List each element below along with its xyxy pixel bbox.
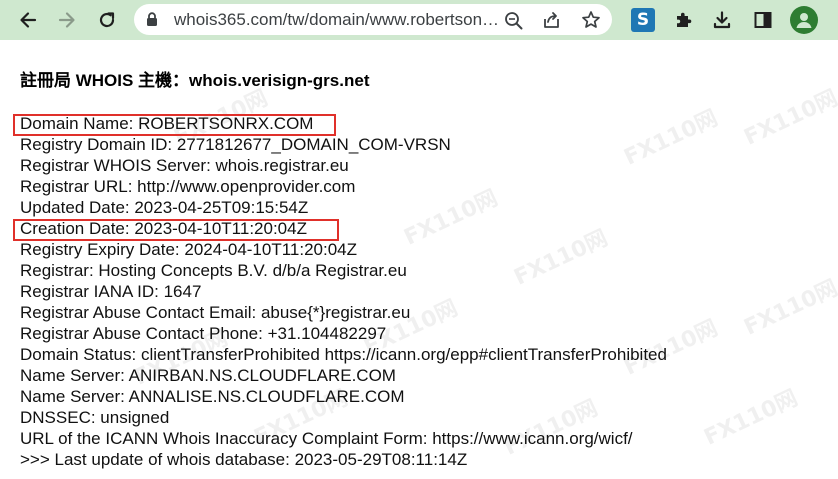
extensions-puzzle-icon[interactable] xyxy=(670,6,698,34)
forward-arrow-icon xyxy=(58,12,75,28)
icann-complaint-url-line: URL of the ICANN Whois Inaccuracy Compla… xyxy=(20,429,633,448)
registry-expiry-date-line: Registry Expiry Date: 2024-04-10T11:20:0… xyxy=(20,240,358,259)
url-text[interactable]: whois365.com/tw/domain/www.robertsonrx.c… xyxy=(174,9,504,30)
extension-s-icon[interactable]: S xyxy=(631,8,655,32)
browser-toolbar: whois365.com/tw/domain/www.robertsonrx.c… xyxy=(0,0,838,40)
domain-status-line: Domain Status: clientTransferProhibited … xyxy=(20,345,667,364)
updated-date-line: Updated Date: 2023-04-25T09:15:54Z xyxy=(20,198,309,217)
name-server-line: Name Server: ANIRBAN.NS.CLOUDFLARE.COM xyxy=(20,366,396,385)
registrar-url-line: Registrar URL: http://www.openprovider.c… xyxy=(20,177,356,196)
registrar-line: Registrar: Hosting Concepts B.V. d/b/a R… xyxy=(20,261,407,280)
last-update-line: >>> Last update of whois database: 2023-… xyxy=(20,450,468,469)
profile-avatar-icon[interactable] xyxy=(790,6,818,34)
download-icon[interactable] xyxy=(708,6,736,34)
abuse-contact-email-line: Registrar Abuse Contact Email: abuse{*}r… xyxy=(20,303,411,322)
lock-icon xyxy=(146,12,158,32)
name-server-line: Name Server: ANNALISE.NS.CLOUDFLARE.COM xyxy=(20,387,405,406)
watermark-text: FX110网 xyxy=(700,385,802,451)
side-panel-icon[interactable] xyxy=(749,6,777,34)
zoom-icon[interactable] xyxy=(502,9,524,31)
registry-whois-server-heading: 註冊局 WHOIS 主機：whois.verisign-grs.net xyxy=(20,71,370,90)
registrar-iana-id-line: Registrar IANA ID: 1647 xyxy=(20,282,202,301)
watermark-text: FX110网 xyxy=(740,275,838,341)
registry-domain-id-line: Registry Domain ID: 2771812677_DOMAIN_CO… xyxy=(20,135,451,154)
reload-icon xyxy=(99,12,115,28)
creation-date-line: Creation Date: 2023-04-10T11:20:04Z xyxy=(20,219,307,238)
forward-button[interactable] xyxy=(53,6,81,34)
whois-record: Domain Name: ROBERTSONRX.COM Registry Do… xyxy=(20,113,667,470)
abuse-contact-phone-line: Registrar Abuse Contact Phone: +31.10448… xyxy=(20,324,387,343)
share-icon[interactable] xyxy=(540,9,562,31)
address-bar[interactable]: whois365.com/tw/domain/www.robertsonrx.c… xyxy=(134,4,612,35)
page-content: FX110网 FX110网 FX110网 FX110网 FX110网 FX110网 FX11… xyxy=(0,40,838,479)
back-button[interactable] xyxy=(14,6,42,34)
watermark-text: FX110网 xyxy=(740,85,838,151)
domain-name-line: Domain Name: ROBERTSONRX.COM xyxy=(20,114,314,133)
registrar-whois-server-line: Registrar WHOIS Server: whois.registrar.… xyxy=(20,156,349,175)
back-arrow-icon xyxy=(20,12,37,28)
dnssec-line: DNSSEC: unsigned xyxy=(20,408,170,427)
bookmark-star-icon[interactable] xyxy=(580,9,602,31)
reload-button[interactable] xyxy=(93,6,121,34)
